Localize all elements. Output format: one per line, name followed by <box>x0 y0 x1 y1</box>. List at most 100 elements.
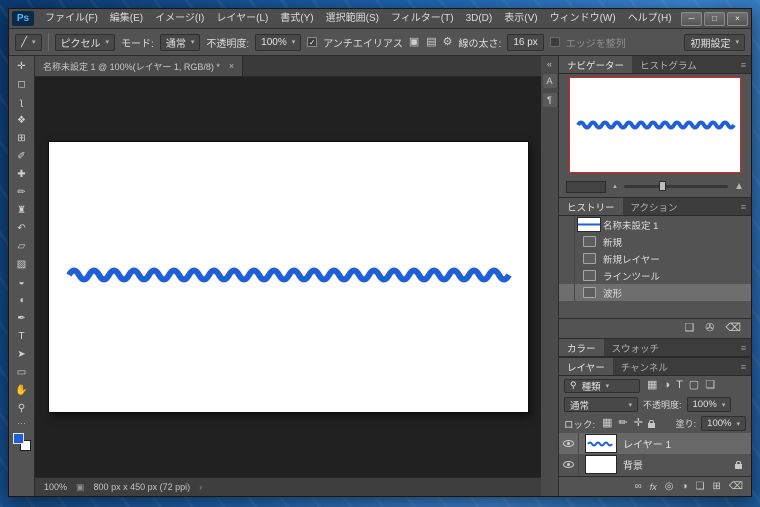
eyedropper-tool-button[interactable]: ✐ <box>11 147 33 165</box>
edit-toolbar-icon[interactable]: ⋯ <box>17 418 26 429</box>
add-mask-icon[interactable]: ◎ <box>665 482 674 492</box>
maximize-button[interactable]: □ <box>704 12 725 26</box>
status-options-chevron-icon[interactable]: › <box>199 482 202 492</box>
blur-tool-button[interactable]: ◒ <box>11 273 33 291</box>
quick-selection-tool-button[interactable]: ❖ <box>11 111 33 129</box>
history-check-cell[interactable] <box>559 250 575 267</box>
panel-menu-icon[interactable]: ≡ <box>741 198 751 215</box>
blend-mode-select[interactable]: 通常 ▾ <box>160 34 201 51</box>
path-alignment-icon[interactable]: ▤ <box>426 37 436 48</box>
adjustment-layer-icon[interactable]: ◑ <box>681 482 687 492</box>
history-check-cell[interactable] <box>559 284 575 301</box>
menu-item[interactable]: フィルター(T) <box>385 13 460 24</box>
history-check-cell[interactable] <box>559 233 575 250</box>
shape-tool-button[interactable]: ▭ <box>11 363 33 381</box>
menu-item[interactable]: 編集(E) <box>104 13 149 24</box>
new-snapshot-icon[interactable]: ✇ <box>705 323 714 334</box>
new-layer-icon[interactable]: ⊞ <box>712 482 720 492</box>
brush-tool-button[interactable]: ✏ <box>11 183 33 201</box>
color-swatches[interactable] <box>13 433 31 451</box>
history-brush-tool-button[interactable]: ↶ <box>11 219 33 237</box>
zoom-out-icon[interactable]: ▲ <box>612 184 618 190</box>
lock-paint-icon[interactable]: ✏ <box>619 418 628 429</box>
panel-tab[interactable]: チャンネル <box>613 358 676 375</box>
move-tool-button[interactable]: ✛ <box>11 57 33 75</box>
crop-tool-button[interactable]: ⊞ <box>11 129 33 147</box>
type-filter-icon[interactable]: T <box>676 380 683 391</box>
panel-tab[interactable]: カラー <box>559 339 604 356</box>
workspace-select[interactable]: 初期設定 ▾ <box>684 34 745 51</box>
history-item[interactable]: ラインツール <box>559 267 751 284</box>
visibility-cell[interactable] <box>559 433 579 454</box>
document-tab[interactable]: 名称未設定 1 @ 100%(レイヤー 1, RGB/8) * × <box>35 56 243 76</box>
zoom-slider-thumb[interactable] <box>659 181 666 191</box>
menu-item[interactable]: ヘルプ(H) <box>622 13 678 24</box>
new-document-from-state-icon[interactable]: ❏ <box>684 323 694 334</box>
zoom-level-field[interactable]: 100% <box>44 482 67 492</box>
align-edges-checkbox[interactable] <box>550 37 560 47</box>
panel-tab[interactable]: ナビゲーター <box>559 56 632 73</box>
close-button[interactable]: × <box>727 12 748 26</box>
pen-tool-button[interactable]: ✒ <box>11 309 33 327</box>
delete-state-icon[interactable]: ⌫ <box>725 323 741 334</box>
eraser-tool-button[interactable]: ▱ <box>11 237 33 255</box>
panel-menu-icon[interactable]: ≡ <box>741 339 751 356</box>
stroke-weight-input[interactable]: 16 px <box>507 34 543 51</box>
layer-opacity-select[interactable]: 100% ▾ <box>687 397 732 412</box>
panel-tab[interactable]: レイヤー <box>559 358 613 375</box>
antialias-checkbox[interactable]: ✓ <box>307 37 317 47</box>
type-tool-button[interactable]: T <box>11 327 33 345</box>
history-item[interactable]: 新規レイヤー <box>559 250 751 267</box>
panel-tab[interactable]: ヒストリー <box>559 198 623 215</box>
opacity-select[interactable]: 100% ▾ <box>255 34 301 51</box>
pasteboard[interactable] <box>35 77 541 477</box>
menu-item[interactable]: 書式(Y) <box>274 13 319 24</box>
layer-row[interactable]: 背景 <box>559 454 751 475</box>
shape-filter-icon[interactable]: ▢ <box>689 380 699 391</box>
character-panel-icon[interactable]: A <box>543 74 557 88</box>
panel-tab[interactable]: アクション <box>623 198 686 215</box>
menu-item[interactable]: ウィンドウ(W) <box>544 13 622 24</box>
fill-select[interactable]: 100% ▾ <box>701 416 746 431</box>
lock-move-icon[interactable]: ✛ <box>634 418 643 429</box>
menu-item[interactable]: 選択範囲(S) <box>320 13 385 24</box>
delete-layer-icon[interactable]: ⌫ <box>729 482 743 492</box>
menu-item[interactable]: イメージ(I) <box>149 13 210 24</box>
foreground-color-swatch[interactable] <box>13 433 24 444</box>
hand-tool-button[interactable]: ✋ <box>11 381 33 399</box>
history-item[interactable]: 波形 <box>559 284 751 301</box>
dodge-tool-button[interactable]: ◖ <box>11 291 33 309</box>
navigator-zoom-field[interactable] <box>566 181 606 193</box>
expand-panels-icon[interactable]: « <box>547 59 552 69</box>
history-item[interactable]: 新規 <box>559 233 751 250</box>
adjustment-filter-icon[interactable]: ◑ <box>663 380 670 391</box>
tool-preset-picker[interactable]: ╱ ▾ <box>15 34 42 51</box>
lasso-tool-button[interactable]: ʅ <box>11 93 33 111</box>
layer-style-icon[interactable]: fx <box>650 482 657 492</box>
clone-stamp-tool-button[interactable]: ♜ <box>11 201 33 219</box>
menu-item[interactable]: レイヤー(L) <box>210 13 274 24</box>
menu-item[interactable]: ファイル(F) <box>39 13 104 24</box>
lock-transparency-icon[interactable]: ▦ <box>602 418 612 429</box>
history-check-cell[interactable] <box>559 267 575 284</box>
menu-item[interactable]: 3D(D) <box>460 13 499 24</box>
layer-row[interactable]: レイヤー 1 <box>559 433 751 454</box>
pixel-filter-icon[interactable]: ▦ <box>647 380 657 391</box>
minimize-button[interactable]: ─ <box>681 12 702 26</box>
layer-blend-mode-select[interactable]: 通常 ▾ <box>564 397 638 412</box>
canvas[interactable] <box>49 142 528 412</box>
close-document-icon[interactable]: × <box>229 61 234 71</box>
healing-brush-tool-button[interactable]: ✚ <box>11 165 33 183</box>
zoom-in-icon[interactable]: ▲ <box>734 181 744 192</box>
panel-tab[interactable]: ヒストグラム <box>632 56 705 73</box>
zoom-tool-button[interactable]: ⚲ <box>11 399 33 417</box>
zoom-slider[interactable] <box>624 185 728 188</box>
link-layers-icon[interactable]: ∞ <box>635 482 642 492</box>
geometry-options-gear-icon[interactable]: ⚙ <box>443 37 453 48</box>
eye-icon[interactable] <box>563 440 574 447</box>
panel-menu-icon[interactable]: ≡ <box>741 358 751 375</box>
paragraph-panel-icon[interactable]: ¶ <box>543 93 557 107</box>
path-operations-icon[interactable]: ▣ <box>409 37 419 48</box>
history-check-cell[interactable] <box>559 216 575 233</box>
fill-mode-select[interactable]: ピクセル ▾ <box>55 34 116 51</box>
